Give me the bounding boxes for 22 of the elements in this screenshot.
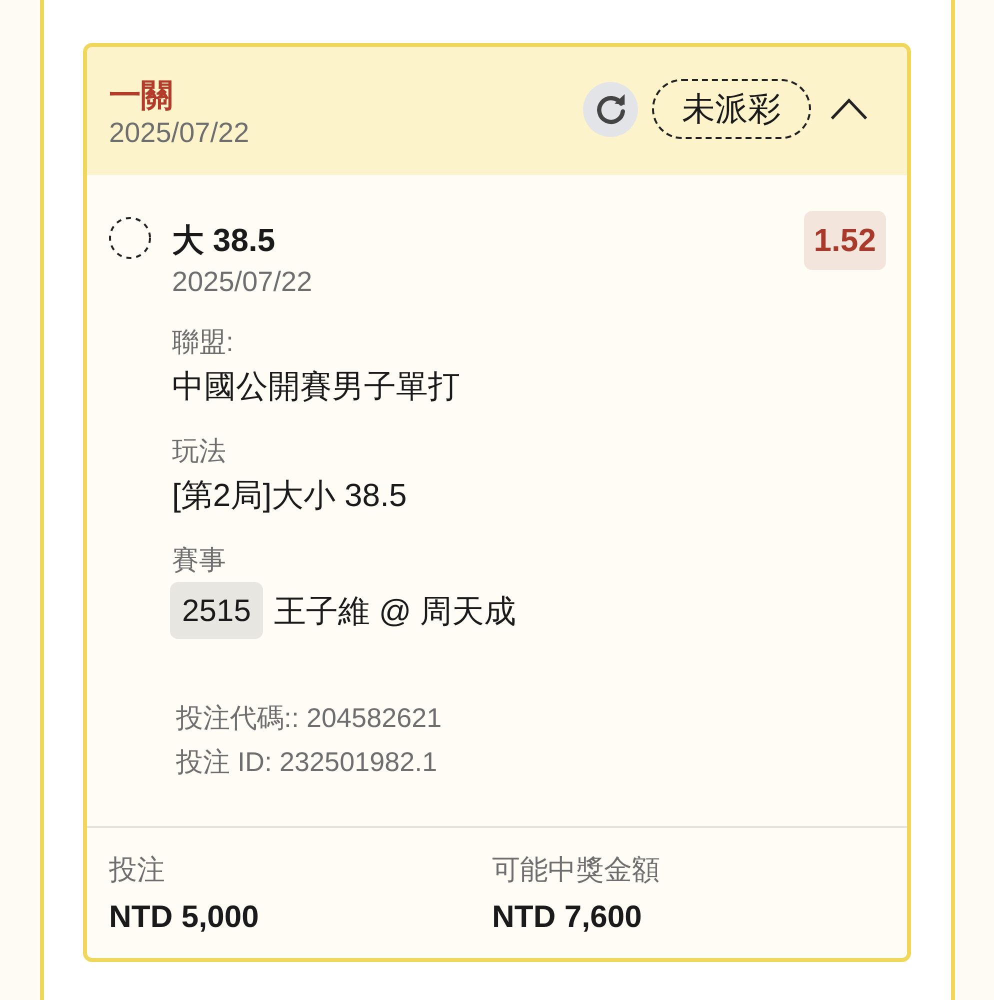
summary-label: 可能中獎金額: [492, 853, 661, 887]
detail-label: 聯盟:: [172, 326, 235, 359]
summary-amount: NTD 5,000: [109, 898, 260, 936]
detail-label: 賽事: [172, 544, 227, 577]
bet-date: 2025/07/22: [109, 116, 250, 150]
odds-badge: 1.52: [804, 211, 886, 270]
bet-reference: 投注代碼:: 204582621: [176, 702, 443, 735]
selection-name: 大 38.5: [172, 221, 276, 260]
detail-value: [第2局]大小 38.5: [172, 476, 408, 515]
dashed-circle-icon: [108, 216, 152, 260]
summary-label: 投注: [109, 853, 166, 887]
selection-date: 2025/07/22: [172, 265, 314, 299]
chevron-up-icon: [830, 97, 868, 121]
status-badge: 未派彩: [652, 79, 811, 139]
detail-value: 中國公開賽男子單打: [172, 367, 461, 406]
collapse-button[interactable]: [830, 97, 868, 121]
summary-amount: NTD 7,600: [492, 898, 643, 936]
match-teams: 王子維 @ 周天成: [274, 592, 516, 630]
match-number-badge: 2515: [170, 582, 263, 639]
detail-label: 玩法: [172, 435, 227, 468]
bet-reference: 投注 ID: 232501982.1: [176, 746, 438, 779]
bet-type-title: 一關: [109, 76, 174, 115]
